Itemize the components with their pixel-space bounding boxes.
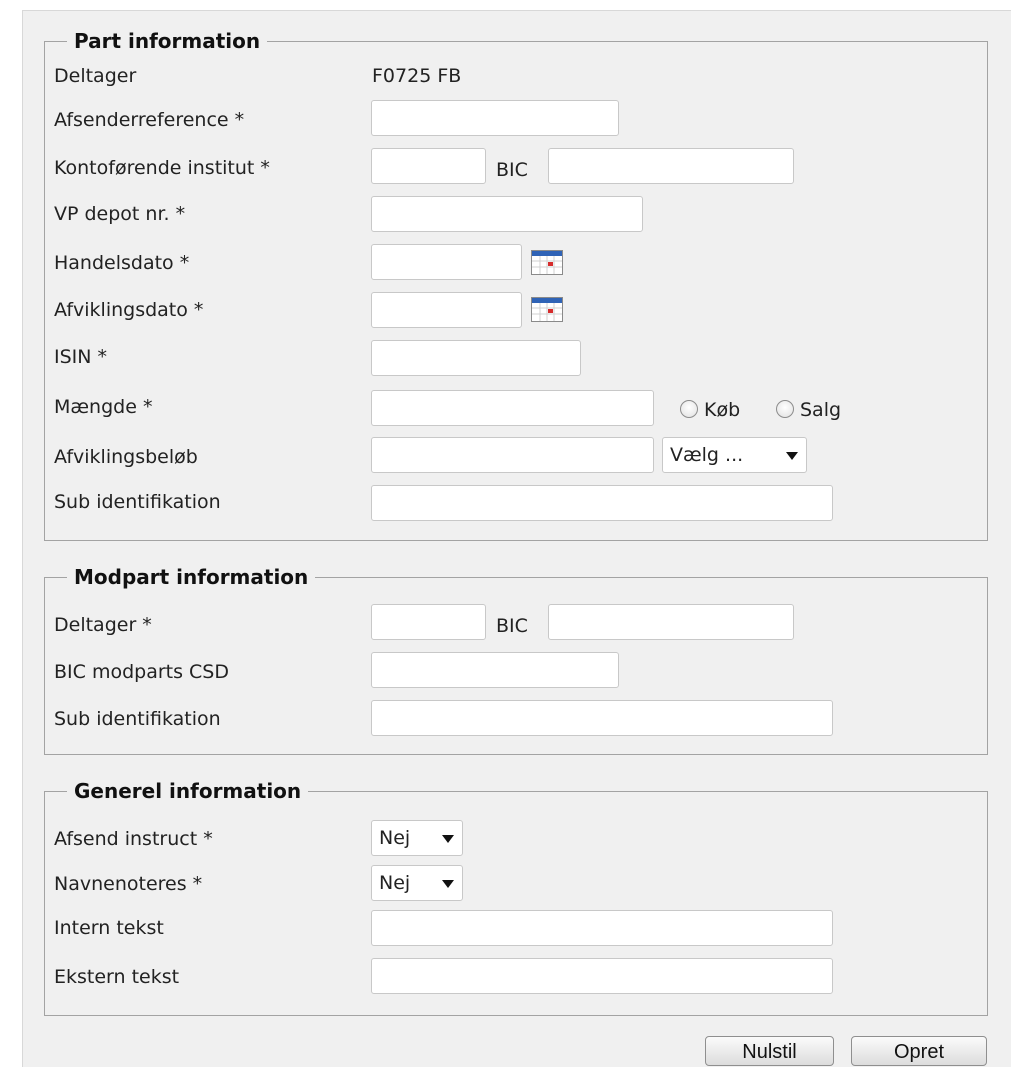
ekstern-tekst-label: Ekstern tekst (54, 966, 180, 988)
afsenderreference-input[interactable] (371, 100, 619, 136)
isin-label: ISIN * (54, 346, 108, 368)
nulstil-button[interactable]: Nulstil (705, 1036, 834, 1066)
modpart-sub-identifikation-input[interactable] (371, 700, 833, 736)
modpart-bic-label: BIC (496, 615, 528, 637)
opret-button[interactable]: Opret (851, 1036, 987, 1066)
part-sub-identifikation-input[interactable] (371, 485, 833, 521)
modpart-information-legend: Modpart information (67, 564, 316, 590)
handelsdato-label: Handelsdato * (54, 252, 190, 274)
modpart-deltager-label: Deltager * (54, 614, 152, 636)
vp-depot-label: VP depot nr. * (54, 203, 186, 225)
chevron-down-icon (786, 452, 798, 460)
maengde-label: Mængde * (54, 396, 153, 418)
intern-tekst-input[interactable] (371, 910, 833, 946)
navnenoteres-label: Navnenoteres * (54, 873, 203, 895)
afviklingsdato-calendar-icon[interactable] (531, 297, 563, 322)
bic-modparts-csd-label: BIC modparts CSD (54, 661, 229, 683)
afviklingsdato-label: Afviklingsdato * (54, 299, 204, 321)
kob-label: Køb (704, 399, 741, 421)
kob-radio[interactable] (680, 400, 698, 418)
afsend-instruct-value: Nej (379, 827, 411, 849)
part-information-legend: Part information (67, 28, 268, 54)
salg-label: Salg (800, 399, 842, 421)
currency-select-value: Vælg ... (670, 444, 744, 466)
kontoforende-bic-label: BIC (496, 159, 528, 181)
chevron-down-icon (442, 835, 454, 843)
handelsdato-input[interactable] (371, 244, 522, 280)
afviklingsbelob-input[interactable] (371, 437, 654, 473)
generel-information-legend: Generel information (67, 778, 309, 804)
modpart-bic-input[interactable] (548, 604, 794, 640)
kontoforende-institut-label: Kontoførende institut * (54, 157, 270, 179)
salg-radio[interactable] (776, 400, 794, 418)
chevron-down-icon (442, 880, 454, 888)
isin-input[interactable] (371, 340, 581, 376)
part-sub-identifikation-label: Sub identifikation (54, 491, 221, 513)
handelsdato-calendar-icon[interactable] (531, 250, 563, 275)
navnenoteres-select[interactable]: Nej (371, 865, 463, 901)
deltager-label: Deltager (54, 65, 137, 87)
intern-tekst-label: Intern tekst (54, 917, 164, 939)
deltager-value: F0725 FB (372, 65, 462, 87)
modpart-sub-identifikation-label: Sub identifikation (54, 708, 221, 730)
afsend-instruct-label: Afsend instruct * (54, 828, 213, 850)
currency-select[interactable]: Vælg ... (662, 437, 807, 473)
afviklingsdato-input[interactable] (371, 292, 522, 328)
navnenoteres-value: Nej (379, 872, 411, 894)
maengde-input[interactable] (371, 390, 654, 426)
kontoforende-bic-input[interactable] (548, 148, 794, 184)
kontoforende-institut-input[interactable] (371, 148, 486, 184)
afsenderreference-label: Afsenderreference * (54, 109, 245, 131)
afsend-instruct-select[interactable]: Nej (371, 820, 463, 856)
bic-modparts-csd-input[interactable] (371, 652, 619, 688)
vp-depot-input[interactable] (371, 196, 643, 232)
afviklingsbelob-label: Afviklingsbeløb (54, 446, 198, 468)
modpart-deltager-input[interactable] (371, 604, 486, 640)
ekstern-tekst-input[interactable] (371, 958, 833, 994)
